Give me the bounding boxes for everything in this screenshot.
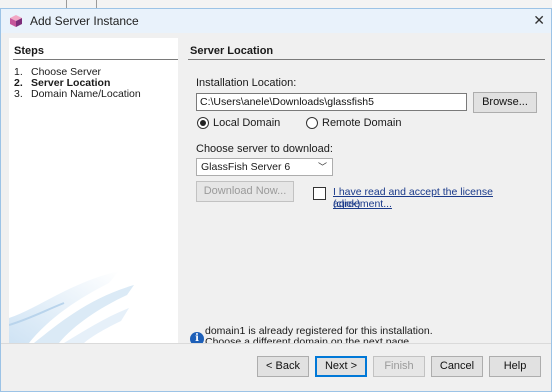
- finish-button[interactable]: Finish: [373, 356, 425, 377]
- next-button[interactable]: Next >: [315, 356, 367, 377]
- title-bar: Add Server Instance ✕: [1, 9, 551, 33]
- panel-divider: [188, 59, 545, 60]
- steps-divider: [13, 59, 178, 60]
- license-checkbox[interactable]: [313, 187, 326, 200]
- window-title: Add Server Instance: [30, 14, 139, 28]
- server-version-value: GlassFish Server 6: [201, 161, 291, 173]
- browse-button[interactable]: Browse...: [473, 92, 537, 113]
- dialog-content: Steps 1. Choose Server 2. Server Location …: [1, 33, 551, 348]
- installation-location-label: Installation Location:: [196, 77, 297, 89]
- steps-panel: Steps 1. Choose Server 2. Server Location …: [9, 38, 178, 343]
- step-item: 3. Domain Name/Location: [14, 89, 141, 100]
- remote-domain-label: Remote Domain: [322, 117, 402, 129]
- download-now-button[interactable]: Download Now...: [196, 181, 294, 202]
- license-click-link[interactable]: (click): [333, 198, 360, 210]
- radio-indicator: [306, 117, 318, 129]
- button-bar: < Back Next > Finish Cancel Help: [1, 343, 551, 391]
- cancel-button[interactable]: Cancel: [431, 356, 483, 377]
- background-divider: [66, 0, 67, 8]
- add-server-dialog: Add Server Instance ✕ Steps 1. Choose Ser…: [0, 8, 552, 392]
- steps-heading: Steps: [14, 45, 44, 57]
- step-label: Domain Name/Location: [31, 88, 141, 100]
- local-domain-radio[interactable]: Local Domain: [197, 117, 280, 129]
- netbeans-cube-icon: [10, 15, 22, 27]
- server-version-select[interactable]: GlassFish Server 6 ﹀: [196, 158, 333, 176]
- back-button[interactable]: < Back: [257, 356, 309, 377]
- license-agreement-link[interactable]: I have read and accept the license agree…: [333, 186, 545, 210]
- background-divider: [96, 0, 97, 8]
- installation-location-field[interactable]: C:\Users\anele\Downloads\glassfish5: [196, 93, 467, 111]
- wizard-swoosh-graphic: [9, 271, 134, 343]
- background-window-strip: [0, 0, 552, 8]
- step-number: 3.: [14, 88, 23, 100]
- help-button[interactable]: Help: [489, 356, 541, 377]
- close-icon[interactable]: ✕: [533, 12, 545, 29]
- choose-server-label: Choose server to download:: [196, 143, 333, 155]
- remote-domain-radio[interactable]: Remote Domain: [306, 117, 401, 129]
- chevron-down-icon: ﹀: [317, 162, 327, 172]
- server-location-panel: Server Location Installation Location: C…: [188, 38, 545, 348]
- panel-title: Server Location: [190, 45, 274, 57]
- local-domain-label: Local Domain: [213, 117, 281, 129]
- radio-checked-indicator: [197, 117, 209, 129]
